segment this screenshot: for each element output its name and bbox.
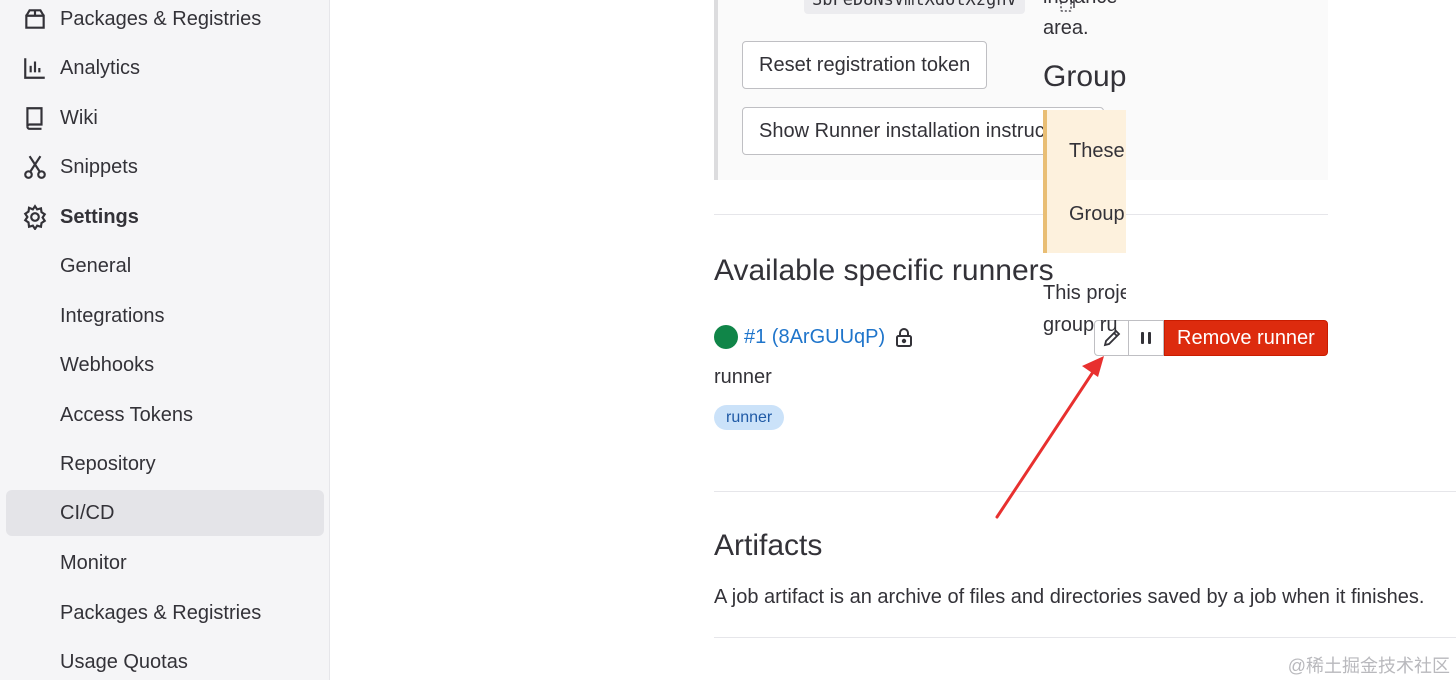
artifacts-heading: Artifacts: [714, 529, 823, 562]
sidebar-subitem-integrations[interactable]: Integrations: [0, 293, 330, 339]
sidebar: Packages & Registries Analytics Wiki Sni…: [0, 0, 330, 680]
sidebar-subitem-label: Monitor: [60, 551, 127, 574]
sidebar-subitem-label: Access Tokens: [60, 403, 194, 426]
runner-link[interactable]: #1 (8ArGUUqP): [744, 326, 885, 349]
group-runners-alert: These Group: [1043, 110, 1126, 253]
chart-icon: [24, 58, 45, 79]
sidebar-subitem-label: Packages & Registries: [60, 601, 262, 624]
sidebar-item-label: Packages & Registries: [60, 7, 262, 30]
sidebar-subitem-label: Integrations: [60, 304, 165, 327]
package-icon: [25, 9, 45, 29]
runner-row: #1 (8ArGUUqP): [714, 322, 915, 352]
watermark: @稀土掘金技术社区: [1287, 656, 1450, 676]
lock-icon: [896, 328, 913, 347]
sidebar-item-label: Snippets: [60, 155, 138, 178]
sidebar-subitem-label: General: [60, 254, 132, 277]
right-column-text: This proje: [1043, 282, 1126, 304]
sidebar-item-label: Settings: [60, 205, 139, 228]
sidebar-subitem-general[interactable]: General: [0, 243, 330, 289]
gear-icon: [23, 204, 47, 230]
pause-runner-button[interactable]: [1129, 320, 1164, 356]
remove-runner-button[interactable]: Remove runner: [1164, 320, 1328, 356]
right-column-text: instance: [1043, 0, 1118, 9]
pause-icon: [1141, 332, 1151, 344]
right-column: instance area. Group These Group This pr…: [1043, 0, 1126, 680]
runner-actions: Remove runner: [1094, 320, 1328, 356]
right-column-text: area.: [1043, 17, 1089, 39]
registration-token-box: SbFeD8NsVmtXd6tXzgnV Reset registration …: [714, 0, 1328, 180]
sidebar-subitem-ci-cd[interactable]: CI/CD: [6, 490, 324, 536]
alert-text: These: [1069, 140, 1125, 162]
sidebar-subitem-access-tokens[interactable]: Access Tokens: [0, 392, 330, 438]
runner-status-dot: [714, 325, 738, 349]
group-runners-heading: Group: [1043, 60, 1126, 93]
sidebar-subitem-label: Repository: [60, 452, 156, 475]
sidebar-subitem-monitor[interactable]: Monitor: [0, 540, 330, 586]
sidebar-item-label: Wiki: [60, 106, 98, 129]
runner-tag: runner: [714, 405, 785, 430]
sidebar-item-wiki[interactable]: Wiki: [0, 95, 330, 141]
registration-token: SbFeD8NsVmtXd6tXzgnV: [804, 0, 1025, 14]
alert-text: Group: [1069, 203, 1125, 225]
sidebar-subitem-label: Usage Quotas: [60, 650, 188, 673]
runner-description: runner: [714, 366, 772, 388]
sidebar-subitem-packages-registries[interactable]: Packages & Registries: [0, 590, 330, 636]
sidebar-subitem-usage-quotas[interactable]: Usage Quotas: [0, 639, 330, 680]
sidebar-subitem-webhooks[interactable]: Webhooks: [0, 342, 330, 388]
book-icon: [26, 107, 43, 130]
specific-runners-heading: Available specific runners: [714, 254, 1054, 287]
sidebar-item-analytics[interactable]: Analytics: [0, 45, 330, 91]
reset-token-button[interactable]: Reset registration token: [742, 41, 988, 89]
sidebar-item-packages-registries[interactable]: Packages & Registries: [0, 0, 330, 42]
sidebar-subitem-label: Webhooks: [60, 353, 155, 376]
right-column-text: group ru: [1043, 314, 1118, 336]
scissors-icon: [24, 155, 46, 179]
sidebar-item-label: Analytics: [60, 56, 141, 79]
sidebar-subitem-repository[interactable]: Repository: [0, 441, 330, 487]
main-content: SbFeD8NsVmtXd6tXzgnV Reset registration …: [330, 0, 1456, 680]
sidebar-item-settings[interactable]: Settings: [0, 194, 330, 240]
sidebar-subitem-label: CI/CD: [60, 501, 115, 524]
section-divider: [714, 214, 1328, 215]
sidebar-item-snippets[interactable]: Snippets: [0, 144, 330, 190]
